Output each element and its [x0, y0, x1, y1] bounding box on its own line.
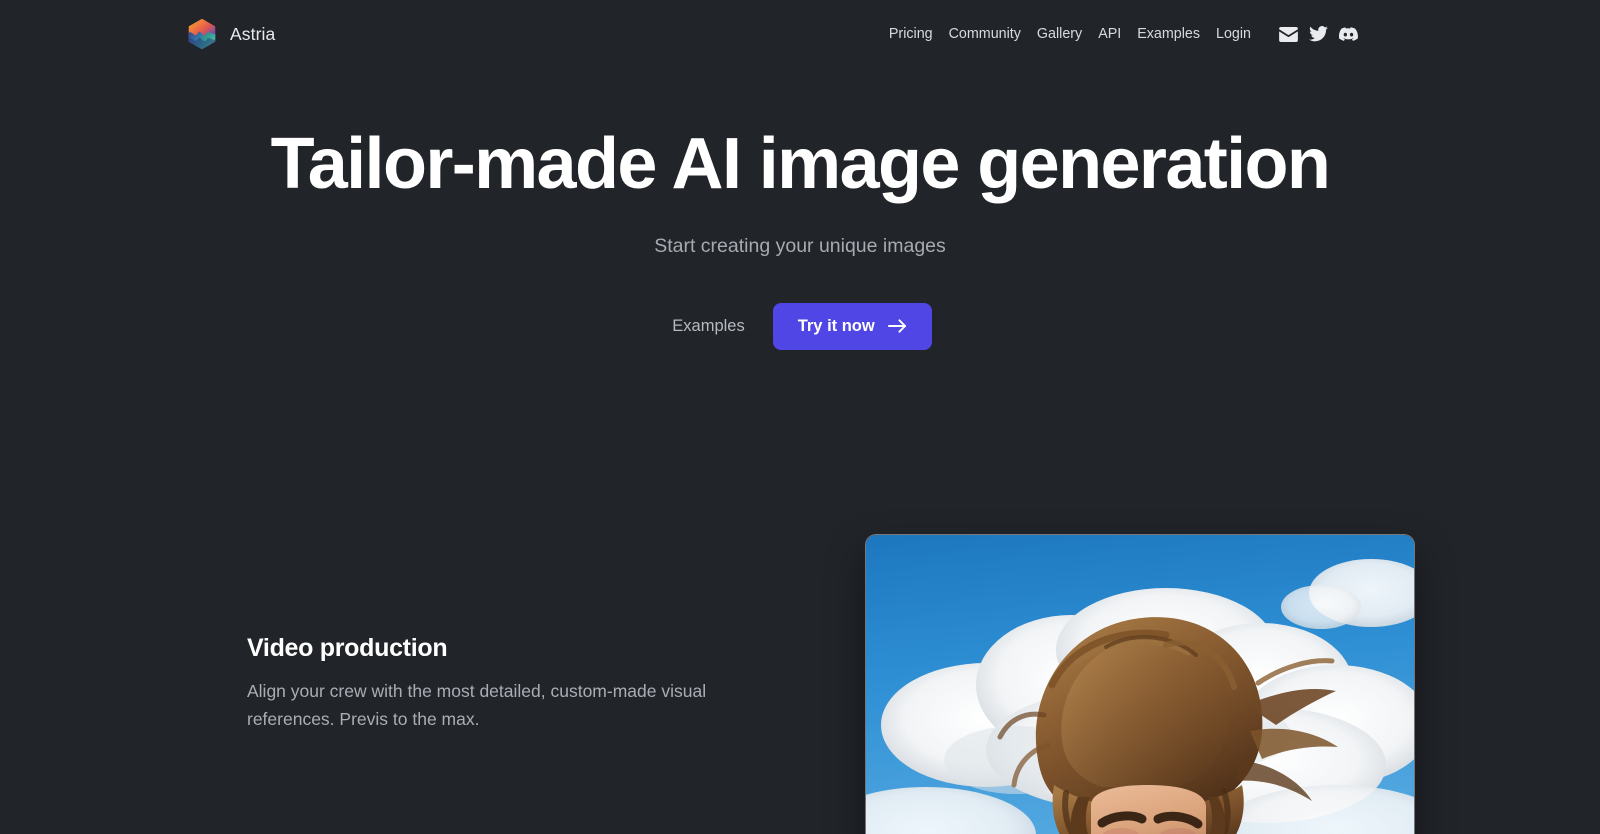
examples-link[interactable]: Examples	[668, 307, 748, 346]
hero-subtitle: Start creating your unique images	[654, 234, 946, 257]
page-title: Tailor-made AI image generation	[270, 124, 1331, 204]
nav-link-gallery[interactable]: Gallery	[1029, 26, 1090, 42]
nav-link-examples[interactable]: Examples	[1129, 26, 1208, 42]
feature-description: Align your crew with the most detailed, …	[247, 681, 707, 730]
nav-link-community[interactable]: Community	[941, 26, 1029, 42]
brand-logo-link[interactable]: Astria	[185, 17, 275, 51]
social-links-group	[1273, 21, 1363, 47]
hero-cta-group: Examples Try it now	[0, 302, 1600, 350]
nav-link-pricing[interactable]: Pricing	[881, 26, 941, 42]
twitter-icon[interactable]	[1303, 21, 1333, 47]
feature-text-block: Video production Align your crew with th…	[247, 524, 867, 734]
brand-name: Astria	[230, 23, 276, 44]
arrow-right-icon	[887, 318, 907, 334]
envelope-icon[interactable]	[1273, 21, 1303, 47]
top-navbar: Astria Pricing Community Gallery API Exa…	[0, 0, 1600, 68]
landing-page: Astria Pricing Community Gallery API Exa…	[0, 0, 1600, 834]
nav-link-api[interactable]: API	[1090, 26, 1129, 42]
nav-link-login[interactable]: Login	[1208, 26, 1259, 42]
feature-section-video-production: Video production Align your crew with th…	[0, 524, 1600, 834]
astria-hexagon-logo-icon	[185, 17, 219, 51]
nav-links-group: Pricing Community Gallery API Examples L…	[881, 21, 1560, 47]
feature-image	[866, 535, 1414, 834]
try-it-now-button[interactable]: Try it now	[772, 302, 932, 350]
try-it-now-label: Try it now	[797, 316, 875, 335]
discord-icon[interactable]	[1333, 21, 1363, 47]
feature-title: Video production	[247, 634, 448, 662]
hero-section: Tailor-made AI image generation Start cr…	[0, 124, 1600, 350]
